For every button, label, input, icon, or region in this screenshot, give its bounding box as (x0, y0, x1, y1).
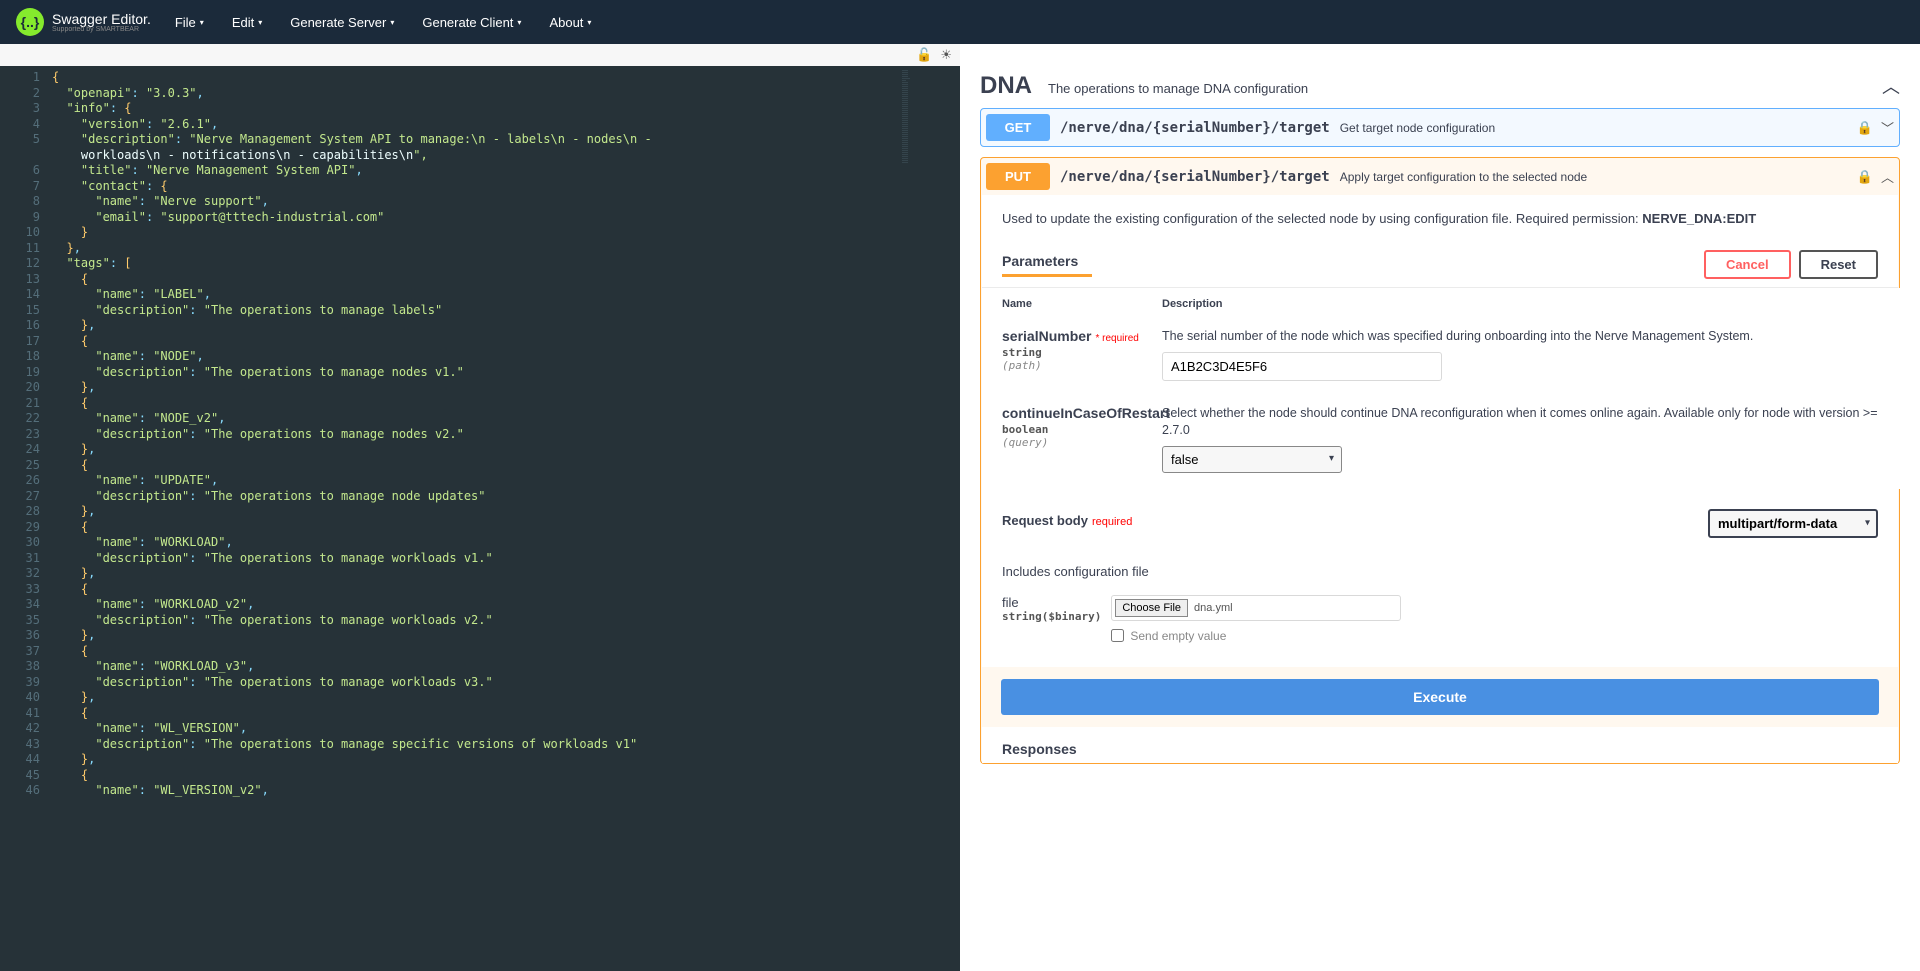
method-badge-put: PUT (986, 163, 1050, 190)
param-name: serialNumber (1002, 328, 1091, 344)
operation-long-description: Used to update the existing configuratio… (982, 195, 1898, 242)
operation-summary[interactable]: GET /nerve/dna/{serialNumber}/target Get… (981, 109, 1899, 146)
lock-icon[interactable]: 🔒 (1857, 120, 1873, 136)
swagger-icon: {..} (16, 8, 44, 36)
editor-pane: 🔓 ☀ 12345 678910111213141516171819202122… (0, 44, 960, 971)
menu-about[interactable]: About▾ (549, 15, 591, 30)
execute-button[interactable]: Execute (1001, 679, 1879, 715)
required-indicator: * required (1095, 333, 1138, 344)
serialnumber-input[interactable] (1162, 352, 1442, 381)
minimap[interactable]: ▬▬▬▬▬▬▬▬▬▬▬▬▬▬▬▬▬▬▬▬▬▬▬▬▬▬▬▬▬▬▬▬▬▬▬▬▬▬▬▬… (900, 66, 960, 971)
code-editor[interactable]: 12345 6789101112131415161718192021222324… (0, 66, 960, 971)
chevron-up-icon[interactable]: ︿ (1881, 167, 1894, 186)
param-type: string (1002, 346, 1162, 359)
parameters-tab[interactable]: Parameters (1002, 253, 1696, 277)
logo[interactable]: {..} Swagger Editor. Supported by SMARTB… (16, 8, 151, 36)
operation-put-target: PUT /nerve/dna/{serialNumber}/target App… (980, 157, 1900, 764)
operation-path: /nerve/dna/{serialNumber}/target (1060, 169, 1330, 185)
editor-toolbar: 🔓 ☀ (0, 44, 960, 66)
operation-path: /nerve/dna/{serialNumber}/target (1060, 120, 1330, 136)
swagger-ui-pane[interactable]: DNA The operations to manage DNA configu… (960, 44, 1920, 971)
operation-get-target: GET /nerve/dna/{serialNumber}/target Get… (980, 108, 1900, 147)
column-header-name: Name (1002, 298, 1162, 310)
menu-edit[interactable]: Edit▾ (232, 15, 262, 30)
file-param-type: string($binary) (1002, 610, 1101, 623)
file-param-name: file (1002, 595, 1101, 610)
code-content[interactable]: { "openapi": "3.0.3", "info": { "version… (52, 66, 900, 971)
content-type-select[interactable]: multipart/form-data (1708, 509, 1878, 538)
lock-icon[interactable]: 🔒 (1857, 169, 1873, 185)
choose-file-button[interactable]: Choose File (1115, 599, 1188, 617)
continue-select[interactable]: false (1162, 446, 1342, 473)
menu-file[interactable]: File▾ (175, 15, 204, 30)
param-type: boolean (1002, 423, 1162, 436)
lock-icon[interactable]: 🔓 (916, 47, 932, 63)
param-row-serialnumber: serialNumber * required string (path) The… (982, 320, 1900, 397)
chevron-up-icon[interactable]: ︿ (1882, 73, 1900, 99)
selected-file-name: dna.yml (1194, 602, 1233, 614)
chevron-down-icon[interactable]: ﹀ (1881, 118, 1894, 137)
responses-header: Responses (982, 727, 1898, 763)
menu-generate-client[interactable]: Generate Client▾ (422, 15, 521, 30)
method-badge-get: GET (986, 114, 1050, 141)
reset-button[interactable]: Reset (1799, 250, 1878, 279)
menu-generate-server[interactable]: Generate Server▾ (290, 15, 394, 30)
logo-subtitle: Supported by SMARTBEAR (52, 26, 151, 33)
top-menu: File▾ Edit▾ Generate Server▾ Generate Cl… (175, 15, 592, 30)
param-row-continue: continueInCaseOfRestart boolean (query) … (982, 397, 1900, 489)
operation-description: Get target node configuration (1340, 121, 1847, 135)
param-description: The serial number of the node which was … (1162, 328, 1880, 346)
tag-name: DNA (980, 72, 1032, 100)
line-gutter: 12345 6789101112131415161718192021222324… (0, 66, 52, 971)
send-empty-label: Send empty value (1130, 629, 1226, 643)
send-empty-checkbox[interactable] (1111, 629, 1124, 642)
tag-section-dna: DNA The operations to manage DNA configu… (980, 64, 1900, 764)
logo-title: Swagger Editor. (52, 12, 151, 26)
param-name: continueInCaseOfRestart (1002, 405, 1170, 421)
param-description: Select whether the node should continue … (1162, 405, 1880, 440)
request-body-title: Request bodyrequired (1002, 513, 1708, 528)
body-description: Includes configuration file (1002, 564, 1878, 579)
cancel-button[interactable]: Cancel (1704, 250, 1791, 279)
topbar: {..} Swagger Editor. Supported by SMARTB… (0, 0, 1920, 44)
param-in: (path) (1002, 359, 1162, 372)
param-in: (query) (1002, 436, 1162, 449)
tag-header[interactable]: DNA The operations to manage DNA configu… (980, 64, 1900, 108)
column-header-description: Description (1162, 298, 1880, 310)
tag-description: The operations to manage DNA configurati… (1048, 81, 1866, 96)
theme-icon[interactable]: ☀ (940, 47, 952, 63)
operation-description: Apply target configuration to the select… (1340, 170, 1847, 184)
file-input[interactable]: Choose File dna.yml (1111, 595, 1401, 621)
operation-summary[interactable]: PUT /nerve/dna/{serialNumber}/target App… (981, 158, 1899, 195)
